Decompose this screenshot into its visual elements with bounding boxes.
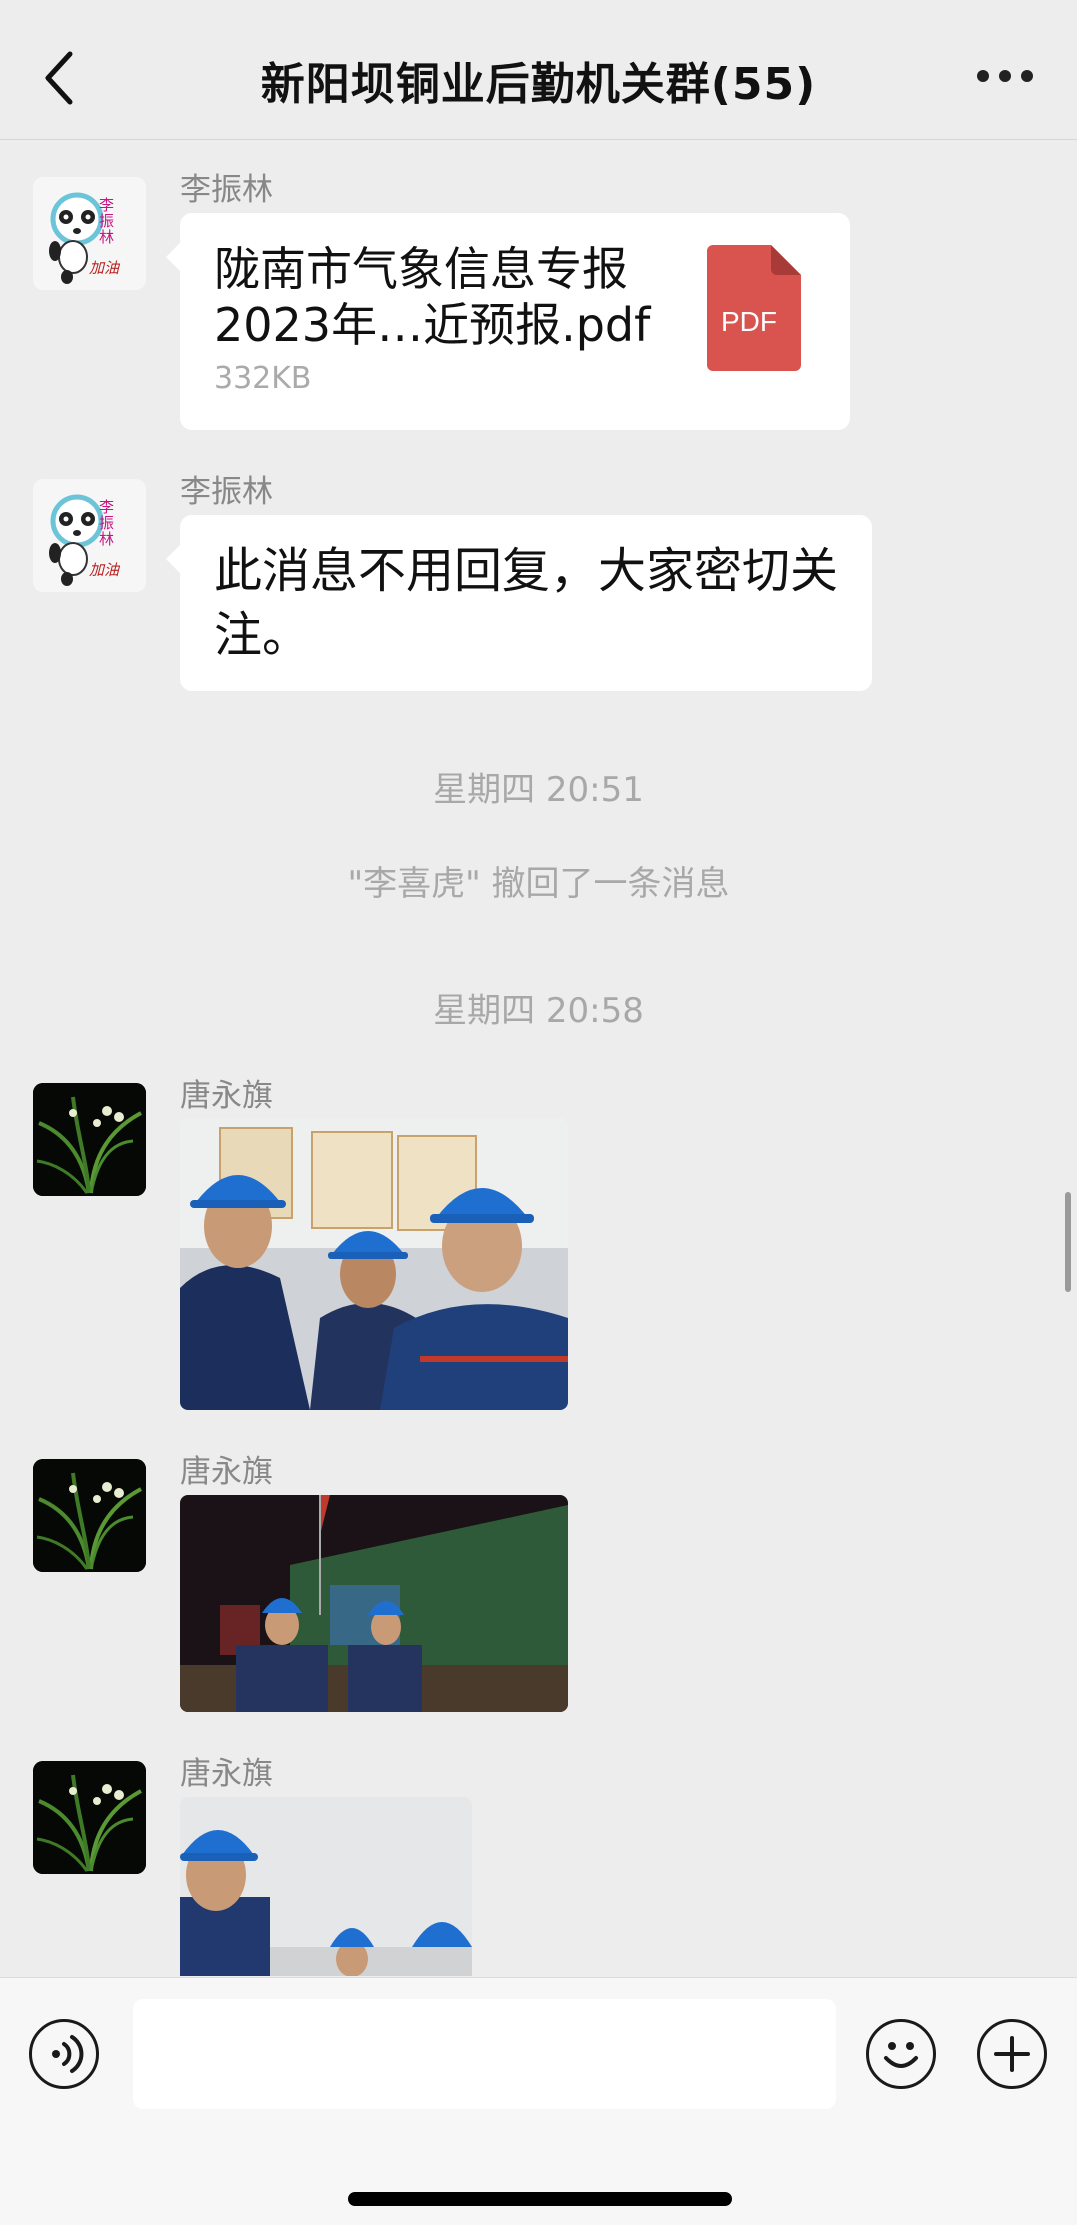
image-message[interactable] bbox=[180, 1118, 568, 1410]
timestamp: 星期四 20:58 bbox=[433, 991, 644, 1031]
file-size: 332KB bbox=[214, 361, 312, 396]
recall-notice: "李喜虎" 撤回了一条消息 bbox=[347, 864, 730, 904]
avatar-tang-yongqi[interactable] bbox=[33, 1459, 146, 1572]
orchid-avatar-icon bbox=[33, 1459, 146, 1572]
sender-name: 李振林 bbox=[180, 474, 273, 510]
sender-name: 唐永旗 bbox=[180, 1078, 273, 1114]
workers-photo bbox=[180, 1118, 568, 1410]
night-site-photo bbox=[180, 1495, 568, 1712]
chat-header: 新阳坝铜业后勤机关群(55) bbox=[0, 0, 1077, 140]
chat-title: 新阳坝铜业后勤机关群(55) bbox=[260, 59, 817, 110]
text-message-bubble[interactable]: 此消息不用回复，大家密切关注。 bbox=[166, 515, 872, 691]
avatar-badge-top: 李振林 bbox=[99, 498, 115, 548]
emoji-icon bbox=[884, 2042, 918, 2068]
add-button[interactable] bbox=[977, 2019, 1047, 2089]
sender-name: 李振林 bbox=[180, 172, 273, 208]
indoor-workers-photo bbox=[180, 1797, 472, 1976]
pdf-badge-label: PDF bbox=[721, 306, 777, 337]
image-message[interactable] bbox=[180, 1797, 472, 1976]
message-text: 此消息不用回复，大家密切关注。 bbox=[214, 543, 839, 663]
avatar-li-zhenlin[interactable]: 李振林 加油 bbox=[33, 479, 146, 592]
orchid-avatar-icon bbox=[33, 1083, 146, 1196]
avatar-tang-yongqi[interactable] bbox=[33, 1083, 146, 1196]
timestamp: 星期四 20:51 bbox=[433, 770, 644, 810]
plus-icon bbox=[994, 2036, 1030, 2072]
voice-button[interactable] bbox=[29, 2019, 99, 2089]
input-bar bbox=[0, 1977, 1077, 2225]
file-message-bubble[interactable]: 陇南市气象信息专报2023年…近预报.pdf 332KB PDF bbox=[166, 213, 850, 430]
avatar-badge-top: 李振林 bbox=[99, 196, 115, 246]
avatar-tang-yongqi[interactable] bbox=[33, 1761, 146, 1874]
scrollbar[interactable] bbox=[1065, 1192, 1071, 1292]
file-name: 陇南市气象信息专报2023年…近预报.pdf bbox=[214, 242, 651, 352]
emoji-button[interactable] bbox=[866, 2019, 936, 2089]
message-list[interactable]: 李振林 加油 李振林 陇南市气象信息专报2023年…近预报.pdf 332KB … bbox=[0, 140, 1077, 1976]
avatar-badge-bottom: 加油 bbox=[89, 259, 120, 277]
sender-name: 唐永旗 bbox=[180, 1756, 273, 1792]
image-message[interactable] bbox=[180, 1495, 568, 1712]
message-input[interactable] bbox=[133, 1999, 836, 2109]
avatar-badge-bottom: 加油 bbox=[89, 561, 120, 579]
orchid-avatar-icon bbox=[33, 1761, 146, 1874]
home-indicator[interactable] bbox=[348, 2192, 732, 2206]
voice-icon bbox=[52, 2035, 84, 2073]
avatar-li-zhenlin[interactable]: 李振林 加油 bbox=[33, 177, 146, 290]
sender-name: 唐永旗 bbox=[180, 1454, 273, 1490]
more-dots-icon[interactable] bbox=[977, 70, 1033, 84]
